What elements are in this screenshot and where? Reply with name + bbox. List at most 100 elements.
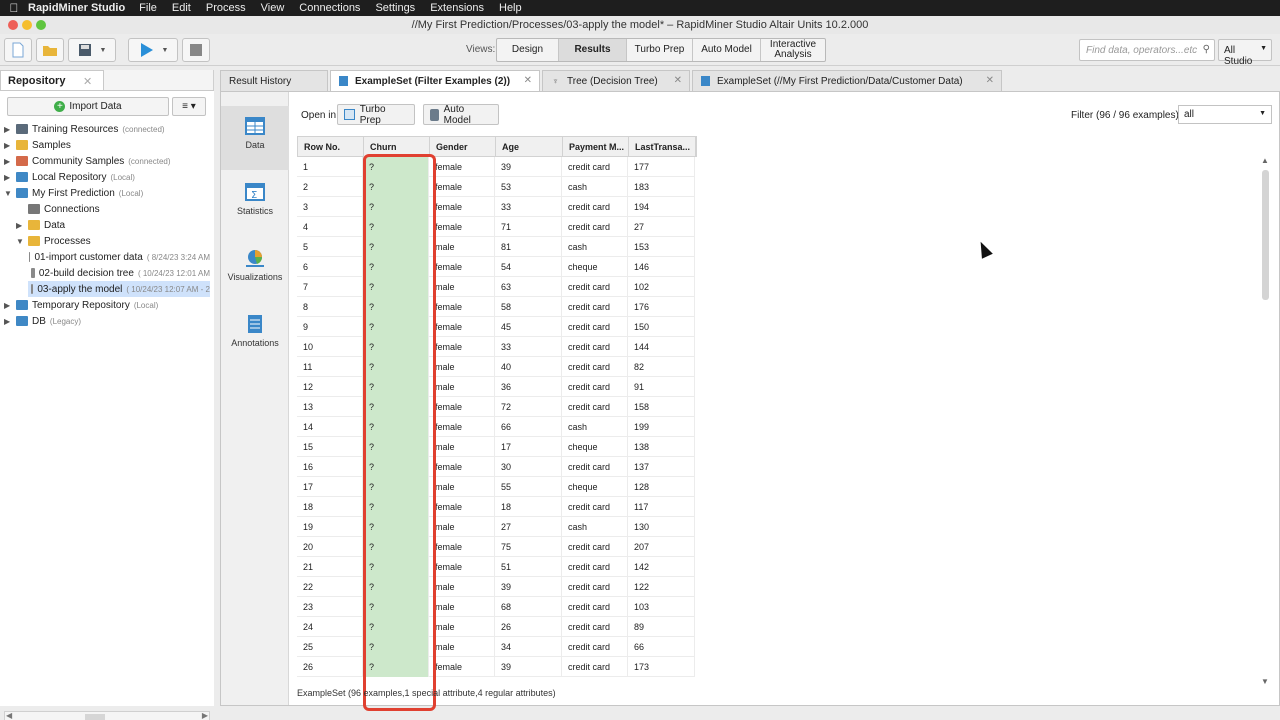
table-row[interactable]: 3? female 33 credit card 194 bbox=[297, 197, 695, 217]
table-row[interactable]: 7? male 63 credit card 102 bbox=[297, 277, 695, 297]
nav-visualizations[interactable]: Visualizations bbox=[221, 238, 289, 302]
column-header[interactable]: Age bbox=[496, 137, 563, 157]
nav-statistics[interactable]: Σ Statistics bbox=[221, 172, 289, 236]
repository-tree-item[interactable]: ▶ Local Repository (Local) bbox=[4, 169, 210, 185]
column-header[interactable]: Gender bbox=[430, 137, 496, 157]
table-row[interactable]: 2? female 53 cash 183 bbox=[297, 177, 695, 197]
repository-menu-button[interactable]: ≡ ▾ bbox=[172, 97, 206, 116]
view-auto-model-button[interactable]: Auto Model bbox=[693, 39, 761, 61]
scroll-up-icon[interactable]: ▲ bbox=[1261, 156, 1269, 165]
view-design-button[interactable]: Design bbox=[497, 39, 559, 61]
repository-tree-item[interactable]: ▼ Processes bbox=[16, 233, 210, 249]
tab-tree[interactable]: ♆ Tree (Decision Tree) ✕ bbox=[542, 70, 690, 91]
menu-edit[interactable]: Edit bbox=[172, 2, 191, 14]
table-row[interactable]: 8? female 58 credit card 176 bbox=[297, 297, 695, 317]
open-auto-model-button[interactable]: Auto Model bbox=[423, 104, 499, 126]
menu-extensions[interactable]: Extensions bbox=[430, 2, 484, 14]
app-menu[interactable]: RapidMiner Studio bbox=[28, 2, 125, 14]
table-row[interactable]: 17? male 55 cheque 128 bbox=[297, 477, 695, 497]
repository-tree-item[interactable]: Connections bbox=[16, 201, 210, 217]
table-row[interactable]: 4? female 71 credit card 27 bbox=[297, 217, 695, 237]
expand-arrow-icon[interactable]: ▶ bbox=[4, 301, 16, 310]
run-process-button[interactable]: ▼ bbox=[128, 38, 178, 62]
collapse-arrow-icon[interactable]: ▼ bbox=[4, 189, 16, 198]
close-icon[interactable]: ✕ bbox=[524, 75, 532, 86]
expand-arrow-icon[interactable]: ▶ bbox=[4, 173, 16, 182]
search-icon[interactable]: ⚲ bbox=[1203, 44, 1210, 55]
expand-arrow-icon[interactable]: ▶ bbox=[4, 317, 16, 326]
menu-settings[interactable]: Settings bbox=[375, 2, 415, 14]
column-header[interactable]: Row No. bbox=[298, 137, 364, 157]
table-row[interactable]: 16? female 30 credit card 137 bbox=[297, 457, 695, 477]
close-icon[interactable]: ✕ bbox=[83, 75, 92, 88]
column-header[interactable]: Churn bbox=[364, 137, 430, 157]
minimize-window-button[interactable] bbox=[22, 20, 32, 30]
table-row[interactable]: 14? female 66 cash 199 bbox=[297, 417, 695, 437]
scroll-left-icon[interactable]: ◀ bbox=[6, 711, 12, 720]
tab-result-history[interactable]: Result History bbox=[220, 70, 328, 91]
table-row[interactable]: 22? male 39 credit card 122 bbox=[297, 577, 695, 597]
table-row[interactable]: 12? male 36 credit card 91 bbox=[297, 377, 695, 397]
menu-connections[interactable]: Connections bbox=[299, 2, 360, 14]
repository-tree-item[interactable]: ▶ DB (Legacy) bbox=[4, 313, 210, 329]
studio-scope-select[interactable]: All Studio ▼ bbox=[1218, 39, 1272, 67]
repository-tree-item[interactable]: ▶ Temporary Repository (Local) bbox=[4, 297, 210, 313]
table-row[interactable]: 5? male 81 cash 153 bbox=[297, 237, 695, 257]
open-turbo-prep-button[interactable]: Turbo Prep bbox=[337, 104, 415, 126]
repository-tree-item[interactable]: 01-import customer data( 8/24/23 3:24 AM bbox=[28, 249, 210, 265]
table-row[interactable]: 18? female 18 credit card 117 bbox=[297, 497, 695, 517]
table-row[interactable]: 23? male 68 credit card 103 bbox=[297, 597, 695, 617]
stop-process-button[interactable] bbox=[182, 38, 210, 62]
import-data-button[interactable]: + Import Data bbox=[7, 97, 169, 116]
column-header[interactable]: LastTransa... bbox=[629, 137, 696, 157]
repository-tree-item[interactable]: ▶ Community Samples (connected) bbox=[4, 153, 210, 169]
table-row[interactable]: 20? female 75 credit card 207 bbox=[297, 537, 695, 557]
save-dropdown-icon[interactable]: ▼ bbox=[100, 47, 107, 54]
tab-exampleset-customer-data[interactable]: ExampleSet (//My First Prediction/Data/C… bbox=[692, 70, 1002, 91]
column-header[interactable]: Payment M... bbox=[563, 137, 629, 157]
close-icon[interactable]: ✕ bbox=[674, 75, 682, 86]
menu-file[interactable]: File bbox=[139, 2, 157, 14]
repository-tree-item[interactable]: ▼ My First Prediction (Local) bbox=[4, 185, 210, 201]
expand-arrow-icon[interactable]: ▶ bbox=[4, 157, 16, 166]
repository-tree-item[interactable]: 02-build decision tree( 10/24/23 12:01 A… bbox=[28, 265, 210, 281]
apple-icon[interactable]:  bbox=[0, 1, 28, 15]
close-icon[interactable]: ✕ bbox=[986, 75, 994, 86]
repository-hscrollbar[interactable]: ◀ ▶ bbox=[4, 711, 210, 720]
tab-exampleset-filter[interactable]: ExampleSet (Filter Examples (2)) ✕ bbox=[330, 70, 540, 91]
collapse-arrow-icon[interactable]: ▼ bbox=[16, 237, 28, 246]
repository-tree-item[interactable]: ▶ Data bbox=[16, 217, 210, 233]
table-row[interactable]: 25? male 34 credit card 66 bbox=[297, 637, 695, 657]
run-dropdown-icon[interactable]: ▼ bbox=[162, 47, 169, 54]
view-turbo-prep-button[interactable]: Turbo Prep bbox=[627, 39, 693, 61]
table-row[interactable]: 26? female 39 credit card 173 bbox=[297, 657, 695, 677]
table-row[interactable]: 6? female 54 cheque 146 bbox=[297, 257, 695, 277]
tab-repository[interactable]: Repository ✕ bbox=[0, 70, 104, 91]
table-row[interactable]: 9? female 45 credit card 150 bbox=[297, 317, 695, 337]
nav-annotations[interactable]: Annotations bbox=[221, 304, 289, 368]
close-window-button[interactable] bbox=[8, 20, 18, 30]
nav-data[interactable]: Data bbox=[221, 106, 289, 170]
scroll-down-icon[interactable]: ▼ bbox=[1261, 677, 1269, 686]
expand-arrow-icon[interactable]: ▶ bbox=[16, 221, 28, 230]
filter-select[interactable]: all ▼ bbox=[1178, 105, 1272, 124]
repository-tree-item[interactable]: ▶ Training Resources (connected) bbox=[4, 121, 210, 137]
table-row[interactable]: 10? female 33 credit card 144 bbox=[297, 337, 695, 357]
zoom-window-button[interactable] bbox=[36, 20, 46, 30]
open-process-button[interactable] bbox=[36, 38, 64, 62]
table-row[interactable]: 19? male 27 cash 130 bbox=[297, 517, 695, 537]
expand-arrow-icon[interactable]: ▶ bbox=[4, 125, 16, 134]
table-row[interactable]: 21? female 51 credit card 142 bbox=[297, 557, 695, 577]
view-results-button[interactable]: Results bbox=[559, 39, 627, 61]
expand-arrow-icon[interactable]: ▶ bbox=[4, 141, 16, 150]
new-process-button[interactable] bbox=[4, 38, 32, 62]
table-row[interactable]: 13? female 72 credit card 158 bbox=[297, 397, 695, 417]
menu-process[interactable]: Process bbox=[206, 2, 246, 14]
save-process-button[interactable]: ▼ bbox=[68, 38, 116, 62]
scroll-thumb[interactable] bbox=[85, 714, 105, 720]
scroll-right-icon[interactable]: ▶ bbox=[202, 711, 208, 720]
table-row[interactable]: 15? male 17 cheque 138 bbox=[297, 437, 695, 457]
global-search-input[interactable]: Find data, operators...etc ⚲ bbox=[1079, 39, 1215, 61]
menu-help[interactable]: Help bbox=[499, 2, 522, 14]
table-row[interactable]: 1? female 39 credit card 177 bbox=[297, 157, 695, 177]
